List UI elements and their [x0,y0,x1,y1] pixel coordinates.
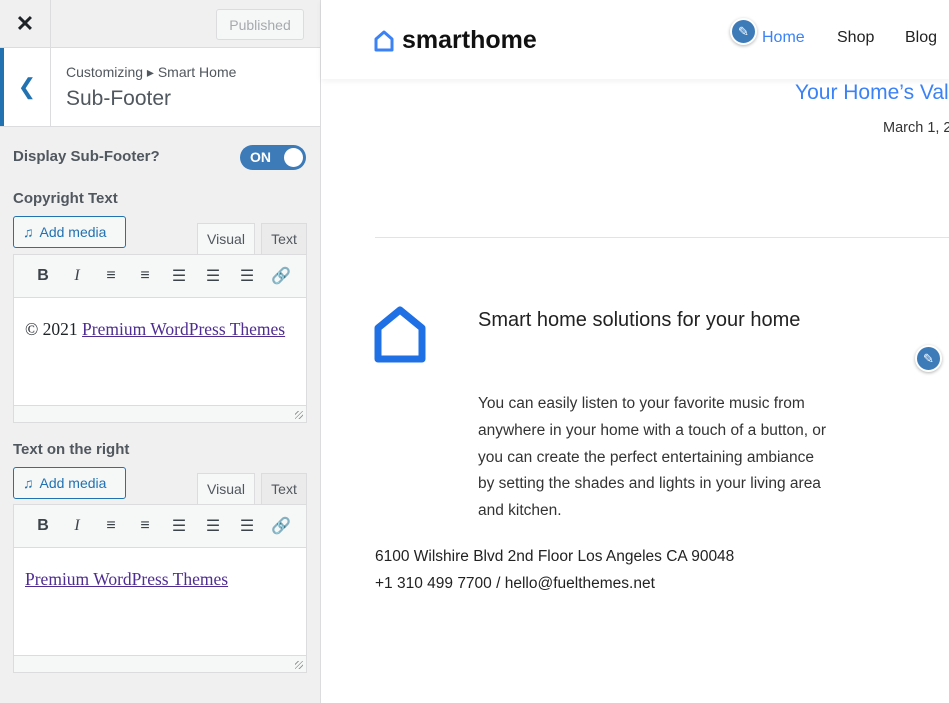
toggle-label: ON [250,149,271,165]
toggle-knob [284,148,303,167]
tab-text[interactable]: Text [261,223,307,254]
text-on-right-label: Text on the right [13,441,130,458]
copyright-prefix: © 2021 [25,319,83,339]
footer-text: You can easily listen to your favorite m… [478,395,827,520]
align-center-icon[interactable]: ☰ [196,266,230,286]
editor-toolbar: B I ≡ ≡ ☰ ☰ ☰ 🔗 [13,504,307,548]
site-logo[interactable]: smarthome [374,26,537,55]
address: 6100 Wilshire Blvd 2nd Floor Los Angeles… [375,548,735,565]
bullet-list-icon[interactable]: ≡ [94,517,128,535]
bold-icon[interactable]: B [26,517,60,535]
breadcrumb: Customizing ▸ Smart Home [66,64,237,80]
numbered-list-icon[interactable]: ≡ [128,517,162,535]
section-header: ❮ Customizing ▸ Smart Home Sub-Footer [0,48,320,127]
add-media-label: Add media [39,224,107,240]
right-text-link[interactable]: Premium WordPress Themes [25,569,228,589]
display-sub-footer-toggle[interactable]: ON [240,145,306,170]
tab-visual[interactable]: Visual [197,473,255,504]
phone-email: +1 310 499 7700 / hello@fuelthemes.net [375,575,655,592]
house-icon [374,30,394,51]
align-left-icon[interactable]: ☰ [162,516,196,536]
post-title[interactable]: Your Home’s Val [795,81,949,105]
close-button[interactable]: ✕ [0,0,51,47]
nav-blog[interactable]: Blog [905,29,937,47]
editor-resize-bar[interactable] [13,405,307,423]
editor-toolbar: B I ≡ ≡ ☰ ☰ ☰ 🔗 [13,254,307,298]
add-media-button[interactable]: ♫ Add media [13,216,126,248]
section-title: Sub-Footer [66,87,172,110]
link-icon[interactable]: 🔗 [264,516,298,536]
customizer-header: ✕ Published [0,0,320,48]
italic-icon[interactable]: I [60,517,94,535]
media-icon: ♫ [23,224,34,240]
display-sub-footer-label: Display Sub-Footer? [13,148,160,165]
copyright-link[interactable]: Premium WordPress Themes [82,319,285,339]
customizer-sidebar: ✕ Published ❮ Customizing ▸ Smart Home S… [0,0,321,703]
align-left-icon[interactable]: ☰ [162,266,196,286]
right-text-editor[interactable]: Premium WordPress Themes [13,548,307,656]
back-button[interactable]: ❮ [0,48,51,126]
nav-shop[interactable]: Shop [837,29,874,47]
post-date: March 1, 2 [883,120,949,136]
tab-visual[interactable]: Visual [197,223,255,254]
numbered-list-icon[interactable]: ≡ [128,267,162,285]
add-media-button[interactable]: ♫ Add media [13,467,126,499]
published-button[interactable]: Published [216,9,304,40]
copyright-text-label: Copyright Text [13,190,118,207]
align-right-icon[interactable]: ☰ [230,516,264,536]
edit-shortcut-icon[interactable]: ✎ [915,345,942,372]
divider [375,237,949,238]
media-icon: ♫ [23,475,34,491]
italic-icon[interactable]: I [60,267,94,285]
nav-home[interactable]: Home [762,29,805,47]
footer-contact: 6100 Wilshire Blvd 2nd Floor Los Angeles… [375,543,734,597]
align-right-icon[interactable]: ☰ [230,266,264,286]
link-icon[interactable]: 🔗 [264,266,298,286]
editor-resize-bar[interactable] [13,655,307,673]
add-media-label: Add media [39,475,107,491]
edit-shortcut-icon[interactable]: ✎ [730,18,757,45]
footer-heading: Smart home solutions for your home [478,309,801,331]
chevron-left-icon: ❮ [17,74,37,99]
house-icon [374,306,426,363]
align-center-icon[interactable]: ☰ [196,516,230,536]
logo-text: smarthome [402,26,537,54]
copyright-editor[interactable]: © 2021 Premium WordPress Themes [13,298,307,406]
bold-icon[interactable]: B [26,267,60,285]
bullet-list-icon[interactable]: ≡ [94,267,128,285]
tab-text[interactable]: Text [261,473,307,504]
